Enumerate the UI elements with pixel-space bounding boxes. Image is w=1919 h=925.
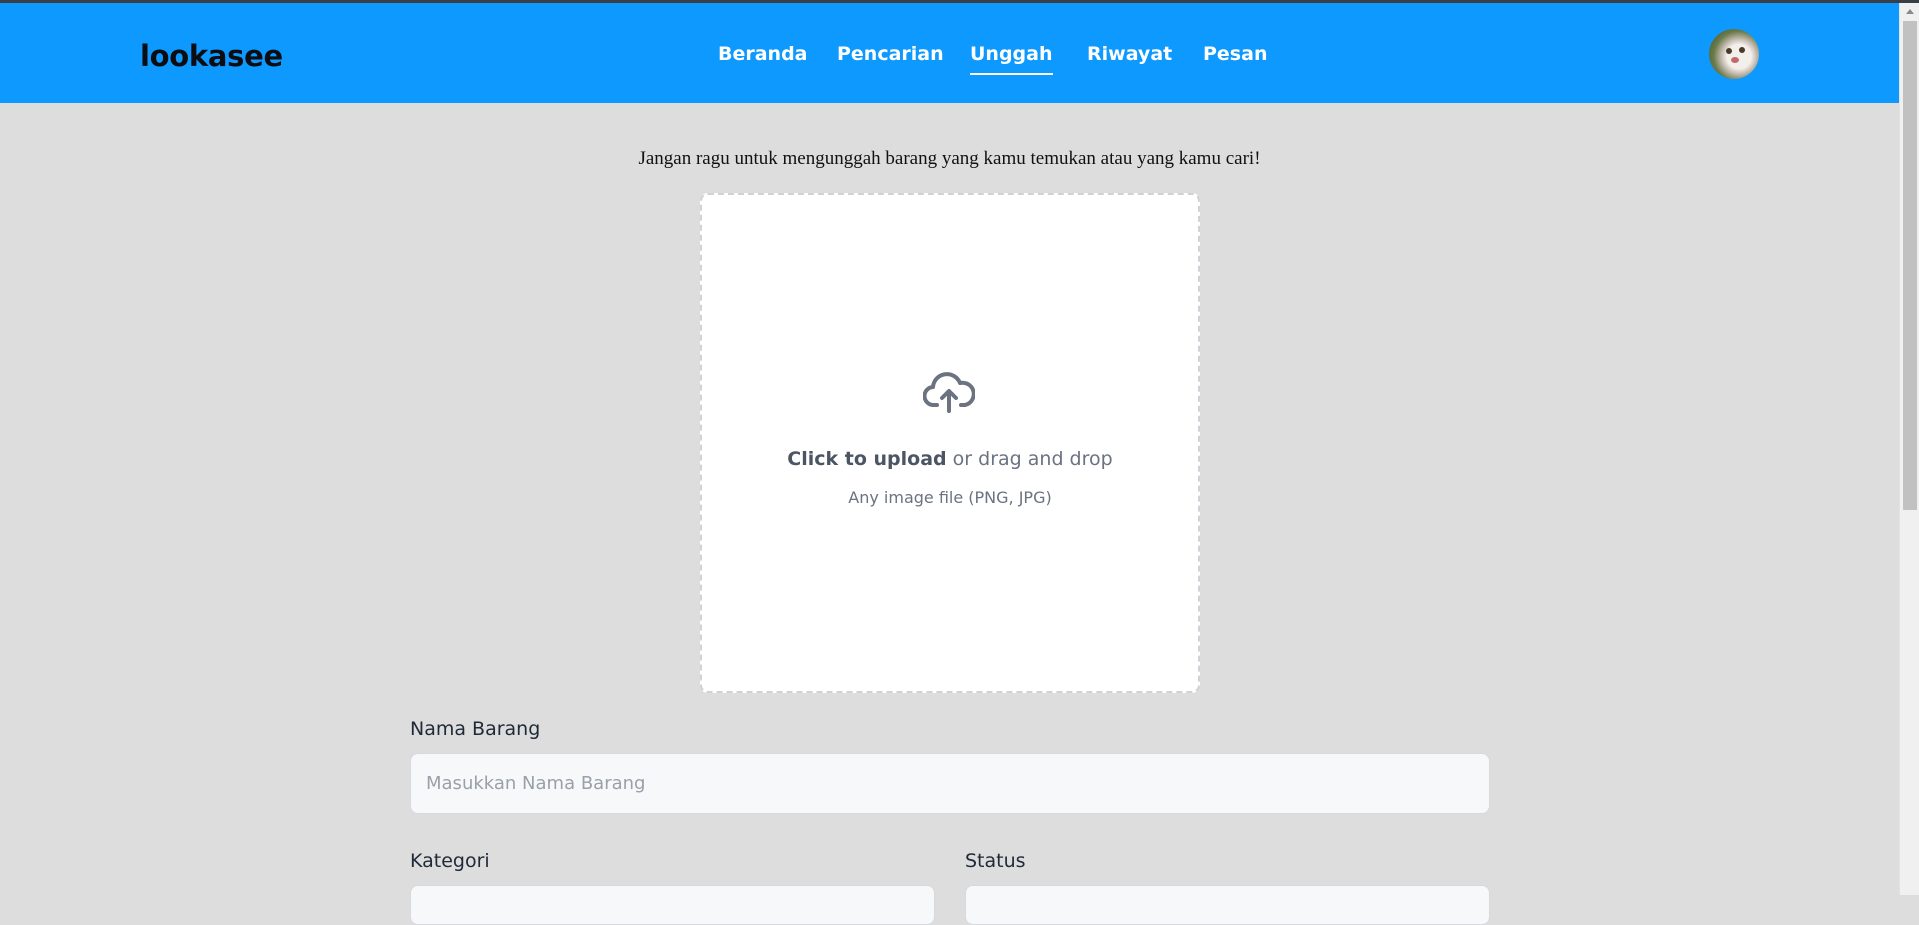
nav-item-beranda[interactable]: Beranda: [718, 43, 808, 65]
nama-barang-input[interactable]: [410, 753, 1490, 814]
page-scrollbar[interactable]: [1899, 3, 1919, 895]
avatar-eye-left: [1726, 48, 1732, 54]
status-label: Status: [965, 850, 1026, 872]
nav-item-riwayat[interactable]: Riwayat: [1087, 43, 1172, 65]
nama-barang-label: Nama Barang: [410, 718, 541, 740]
status-select[interactable]: [965, 885, 1490, 925]
nav-item-unggah[interactable]: Unggah: [970, 43, 1053, 75]
kategori-label: Kategori: [410, 850, 490, 872]
scroll-thumb[interactable]: [1903, 21, 1917, 510]
avatar-eye-right: [1739, 47, 1745, 53]
nav-item-pencarian[interactable]: Pencarian: [837, 43, 944, 65]
upload-instruction: Click to upload or drag and drop: [702, 448, 1198, 470]
scroll-up-arrow-icon[interactable]: [1906, 9, 1914, 14]
click-to-upload-label[interactable]: Click to upload: [787, 448, 946, 470]
main-nav: Beranda Pencarian Unggah Riwayat Pesan: [0, 43, 1899, 83]
cloud-upload-icon: [923, 372, 975, 413]
navbar: lookasee Beranda Pencarian Unggah Riwaya…: [0, 3, 1899, 103]
image-dropzone[interactable]: Click to upload or drag and drop Any ima…: [700, 193, 1200, 693]
kategori-select[interactable]: [410, 885, 935, 925]
nav-item-pesan[interactable]: Pesan: [1203, 43, 1267, 65]
avatar-mouth: [1731, 57, 1739, 63]
drag-drop-label: or drag and drop: [946, 448, 1113, 470]
upload-file-hint: Any image file (PNG, JPG): [848, 488, 1052, 507]
intro-text: Jangan ragu untuk mengunggah barang yang…: [638, 148, 1261, 169]
user-avatar[interactable]: [1709, 29, 1759, 79]
